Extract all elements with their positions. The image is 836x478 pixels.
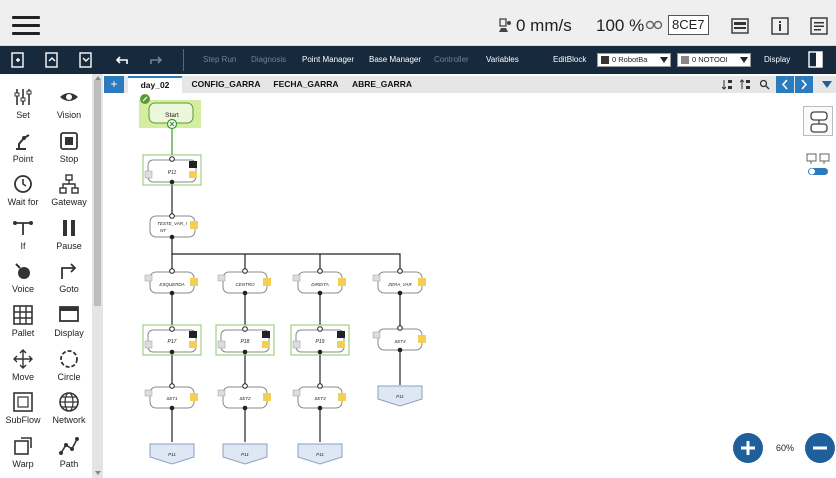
node-label: P11 bbox=[168, 170, 177, 176]
node-label: P11 bbox=[168, 452, 176, 457]
note-icon bbox=[338, 393, 346, 401]
point-icon bbox=[337, 331, 345, 338]
node-label: SET4 bbox=[394, 339, 406, 344]
note-icon bbox=[190, 278, 198, 286]
set-node-set4[interactable]: SET4 bbox=[372, 325, 426, 353]
set-node-esquerda[interactable]: ESQUERDA bbox=[144, 268, 198, 296]
node-label: P19 bbox=[316, 339, 325, 345]
node-label: ESQUERDA bbox=[159, 282, 184, 287]
note-icon bbox=[418, 335, 426, 343]
set-node-set2[interactable]: SET2 bbox=[217, 383, 271, 411]
node-label: P11 bbox=[396, 394, 404, 399]
node-label: DIREITA bbox=[311, 282, 328, 287]
auto-layout-toggle[interactable] bbox=[803, 150, 833, 180]
goto-end-node-1[interactable]: P11 bbox=[149, 443, 195, 465]
point-icon bbox=[262, 331, 270, 338]
start-label: Start bbox=[165, 112, 179, 119]
note-icon bbox=[338, 278, 346, 286]
node-label: SET2 bbox=[239, 396, 251, 401]
goto-end-node-4[interactable]: P11 bbox=[377, 385, 423, 407]
if-node-teste-var-int[interactable]: TESTE_VAR_I NT bbox=[149, 213, 198, 240]
node-label: P11 bbox=[241, 452, 249, 457]
note-icon bbox=[263, 393, 271, 401]
node-label: SET3 bbox=[314, 396, 326, 401]
note-icon bbox=[337, 341, 345, 348]
minus-icon bbox=[813, 446, 827, 450]
node-label: P18 bbox=[241, 339, 250, 345]
set-node-set3[interactable]: SET3 bbox=[292, 383, 346, 411]
note-icon bbox=[263, 278, 271, 286]
goto-end-node-2[interactable]: P11 bbox=[222, 443, 268, 465]
flow-diagram[interactable]: Start P11 TESTE_VAR_I NT ESQUERDA CENTRO… bbox=[0, 0, 836, 478]
set-node-set1[interactable]: SET1 bbox=[144, 383, 198, 411]
node-label: ZERA_VAR bbox=[387, 282, 412, 287]
node-badge bbox=[144, 170, 153, 179]
goto-end-node-3[interactable]: P11 bbox=[297, 443, 343, 465]
connectors bbox=[171, 129, 401, 442]
node-label: P11 bbox=[316, 452, 324, 457]
note-icon bbox=[189, 341, 197, 348]
layout-view-button[interactable] bbox=[803, 106, 833, 136]
note-icon bbox=[262, 341, 270, 348]
point-icon bbox=[189, 331, 197, 338]
set-node-direita[interactable]: DIREITA bbox=[292, 268, 346, 296]
point-node-p18[interactable]: P18 bbox=[215, 324, 275, 356]
start-node[interactable]: Start bbox=[139, 94, 201, 130]
point-node-p17[interactable]: P17 bbox=[142, 324, 202, 356]
point-node-p19[interactable]: P19 bbox=[290, 324, 350, 356]
node-label: P17 bbox=[168, 339, 177, 345]
layout-icon bbox=[810, 111, 828, 133]
toggle-off-icon bbox=[806, 153, 830, 175]
set-node-centro[interactable]: CENTRO bbox=[217, 268, 271, 296]
node-label: CENTRO bbox=[236, 282, 255, 287]
set-node-zera-var[interactable]: ZERA_VAR bbox=[372, 268, 426, 296]
note-icon bbox=[418, 278, 426, 286]
note-icon bbox=[189, 171, 197, 178]
note-icon bbox=[190, 221, 198, 229]
plus-icon bbox=[741, 441, 755, 455]
point-icon bbox=[189, 161, 197, 168]
zoom-level: 60% bbox=[776, 443, 795, 453]
note-icon bbox=[190, 393, 198, 401]
zoom-in-button[interactable] bbox=[733, 433, 763, 463]
zoom-out-button[interactable] bbox=[805, 433, 835, 463]
point-node-p11[interactable]: P11 bbox=[142, 154, 202, 186]
node-label: SET1 bbox=[166, 396, 178, 401]
node-label: TESTE_VAR_I bbox=[157, 221, 188, 226]
